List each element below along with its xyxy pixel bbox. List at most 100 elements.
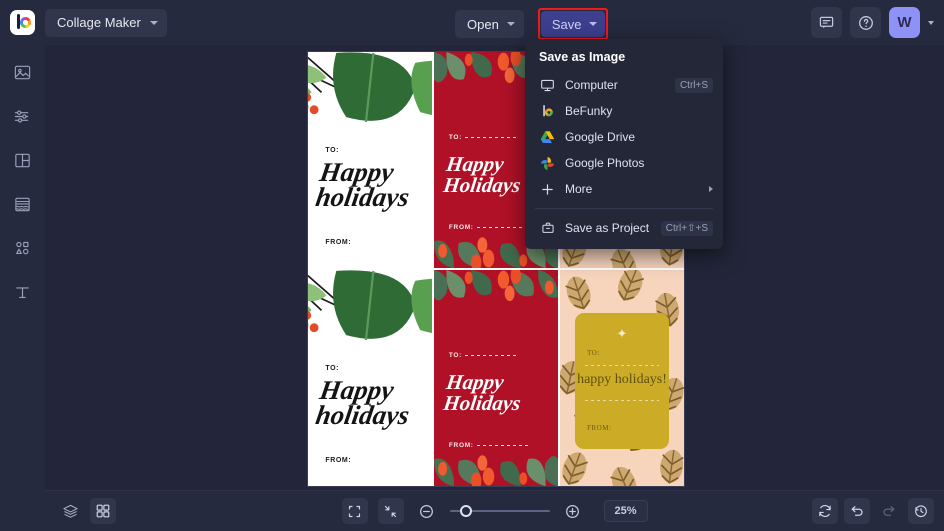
layers-button[interactable] bbox=[57, 498, 83, 524]
tag-message: Happy holidays bbox=[313, 375, 412, 430]
app-selector-label: Collage Maker bbox=[57, 15, 141, 30]
plus-icon bbox=[539, 181, 556, 197]
sidebar-item-edit-adjust[interactable] bbox=[7, 101, 38, 132]
menu-item-label: Save as Project bbox=[565, 221, 650, 235]
save-menu-title: Save as Image bbox=[539, 50, 626, 64]
menu-divider bbox=[535, 208, 713, 209]
history-controls bbox=[812, 498, 934, 524]
chevron-down-icon bbox=[506, 22, 515, 26]
holly-artwork bbox=[308, 52, 432, 123]
save-menu-item-computer[interactable]: Computer Ctrl+S bbox=[525, 72, 723, 98]
from-label: FROM: bbox=[325, 239, 352, 247]
befunky-collage-maker-app: Collage Maker Open Save W TO: Happy holi… bbox=[0, 0, 944, 531]
zoom-level-value[interactable]: 25% bbox=[603, 500, 648, 522]
save-menu-item-google-drive[interactable]: Google Drive bbox=[525, 124, 723, 150]
to-label: TO: bbox=[325, 147, 340, 155]
menu-item-label: Google Photos bbox=[565, 156, 645, 170]
layers-stack-icon bbox=[62, 504, 78, 518]
sidebar-item-textures[interactable] bbox=[7, 189, 38, 220]
from-label: FROM: bbox=[587, 423, 612, 432]
from-label: FROM: bbox=[449, 224, 529, 231]
to-label: TO: bbox=[325, 365, 340, 373]
holly-border-artwork bbox=[434, 454, 558, 486]
sidebar-item-collage-layouts[interactable] bbox=[7, 145, 38, 176]
save-menu-item-google-photos[interactable]: Google Photos bbox=[525, 150, 723, 176]
fit-to-screen-button[interactable] bbox=[341, 498, 368, 524]
undo-arrow-icon bbox=[851, 506, 863, 516]
menu-item-shortcut: Ctrl+S bbox=[674, 77, 713, 93]
google-photos-icon bbox=[539, 155, 556, 171]
menu-item-shortcut: Ctrl+⇧+S bbox=[660, 220, 713, 236]
save-menu-item-befunky[interactable]: BeFunky bbox=[525, 98, 723, 124]
reset-button[interactable] bbox=[812, 498, 838, 524]
sidebar-item-graphics[interactable] bbox=[7, 233, 38, 264]
menu-item-label: Google Drive bbox=[565, 130, 636, 144]
zoom-out-button[interactable] bbox=[414, 498, 440, 524]
holly-border-artwork bbox=[434, 270, 558, 302]
zoom-in-button[interactable] bbox=[560, 498, 586, 524]
to-label: TO: bbox=[449, 352, 518, 359]
shrink-to-fit-button[interactable] bbox=[377, 498, 404, 524]
file-actions: Open Save bbox=[455, 8, 609, 40]
canvas-workspace[interactable]: TO: Happy holidays FROM: TO: Happy Holid… bbox=[45, 45, 944, 490]
top-right-actions: W bbox=[811, 7, 934, 38]
undo-button[interactable] bbox=[844, 498, 870, 524]
layout-grid-button[interactable] bbox=[90, 498, 116, 524]
holly-artwork bbox=[308, 270, 432, 341]
bottom-toolbar: 25% bbox=[45, 490, 944, 531]
open-button[interactable]: Open bbox=[455, 10, 524, 38]
to-label: TO: bbox=[449, 134, 518, 141]
account-chevron-down-icon[interactable] bbox=[928, 20, 934, 25]
save-button[interactable]: Save bbox=[540, 11, 606, 37]
text-t-icon bbox=[16, 287, 29, 299]
save-label: Save bbox=[551, 16, 582, 32]
sidebar-item-text[interactable] bbox=[7, 277, 38, 308]
save-dropdown-menu: Save as Image Computer Ctrl+S BeFunky Go… bbox=[525, 39, 723, 249]
save-menu-item-save-as-project[interactable]: Save as Project Ctrl+⇧+S bbox=[525, 215, 723, 241]
grid-four-icon bbox=[96, 504, 110, 518]
save-button-highlight: Save bbox=[537, 8, 609, 40]
chevron-right-icon bbox=[709, 186, 713, 192]
collapse-arrows-icon bbox=[384, 505, 397, 517]
chevron-down-icon bbox=[589, 22, 598, 26]
help-button[interactable] bbox=[850, 7, 881, 38]
zoom-controls: 25% bbox=[341, 498, 648, 524]
collage-cell[interactable]: ✦ TO: happy holidays! FROM: bbox=[560, 270, 684, 486]
zoom-slider[interactable] bbox=[449, 504, 550, 518]
shapes-icon bbox=[16, 241, 29, 255]
left-tool-sidebar bbox=[0, 45, 45, 531]
save-menu-item-more[interactable]: More bbox=[525, 176, 723, 202]
texture-layers-icon bbox=[15, 197, 30, 212]
star-icon: ✦ bbox=[616, 325, 628, 341]
refresh-icon bbox=[819, 504, 831, 518]
history-button[interactable] bbox=[908, 498, 934, 524]
menu-item-label: More bbox=[565, 182, 593, 196]
user-avatar[interactable]: W bbox=[889, 7, 920, 38]
top-toolbar: Collage Maker Open Save W bbox=[0, 0, 944, 45]
google-drive-icon bbox=[539, 129, 556, 145]
collage-cell[interactable]: TO: Happy holidays FROM: bbox=[308, 52, 432, 268]
tag-message: happy holidays! bbox=[577, 372, 667, 388]
menu-item-label: Computer bbox=[565, 78, 618, 92]
befunky-icon bbox=[539, 103, 556, 119]
plus-circle-icon bbox=[566, 504, 579, 518]
redo-button[interactable] bbox=[876, 498, 902, 524]
gift-tag-label: ✦ TO: happy holidays! FROM: bbox=[574, 313, 670, 450]
briefcase-icon bbox=[539, 220, 556, 236]
expand-frame-icon bbox=[348, 505, 361, 517]
sidebar-item-image-manager[interactable] bbox=[7, 57, 38, 88]
tag-message: Happy holidays bbox=[313, 157, 412, 212]
app-selector-collage-maker[interactable]: Collage Maker bbox=[45, 8, 167, 37]
chat-bubble-icon bbox=[819, 16, 834, 29]
collage-cell[interactable]: TO: Happy Holidays FROM: bbox=[434, 270, 558, 486]
feedback-button[interactable] bbox=[811, 7, 842, 38]
collage-cell[interactable]: TO: Happy holidays FROM: bbox=[308, 270, 432, 486]
from-label: FROM: bbox=[325, 457, 352, 465]
sliders-icon bbox=[14, 110, 29, 123]
zoom-slider-knob[interactable] bbox=[459, 505, 472, 517]
tag-message: Happy Holidays bbox=[442, 369, 523, 415]
befunky-logo-icon bbox=[10, 10, 35, 35]
app-logo[interactable] bbox=[0, 0, 45, 45]
question-circle-icon bbox=[858, 15, 873, 30]
menu-item-label: BeFunky bbox=[565, 104, 613, 118]
